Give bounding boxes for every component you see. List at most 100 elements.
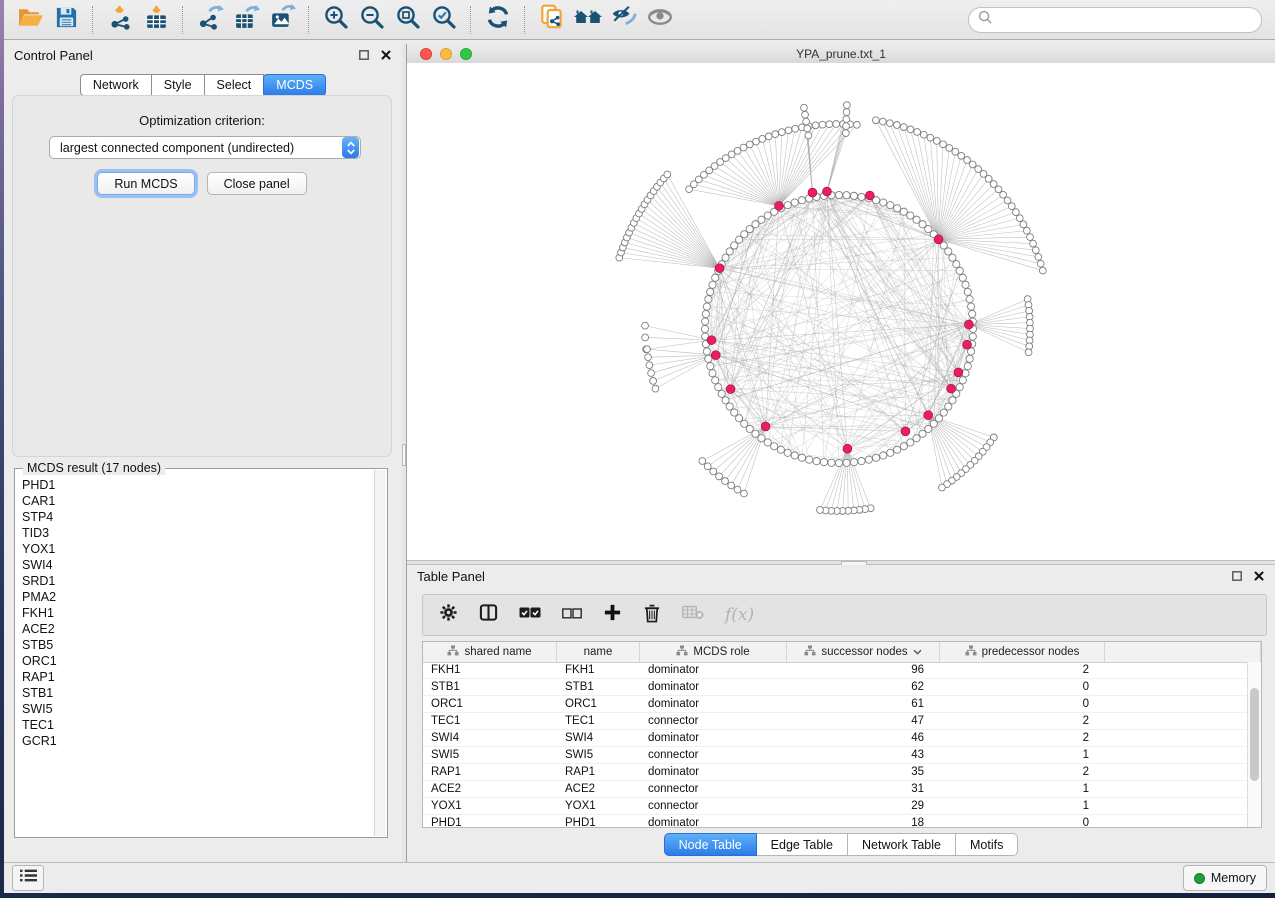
- show-panels-button[interactable]: [12, 865, 44, 891]
- import-network-from-database-button[interactable]: [535, 4, 569, 36]
- add-button[interactable]: [603, 603, 622, 627]
- table-row[interactable]: STB1STB1dominator620: [423, 679, 1248, 696]
- mcds-result-item[interactable]: YOX1: [22, 541, 387, 557]
- mcds-result-item[interactable]: ACE2: [22, 621, 387, 637]
- houses-button[interactable]: [571, 4, 605, 36]
- criterion-select-value: largest connected component (undirected): [50, 141, 342, 155]
- checked-boxes-icon: [519, 606, 541, 624]
- search-input[interactable]: [999, 12, 1252, 28]
- open-session-button[interactable]: [13, 4, 47, 36]
- zoom-selected-button[interactable]: [427, 4, 461, 36]
- zoom-out-button[interactable]: [355, 4, 389, 36]
- export-table-icon: [233, 4, 260, 36]
- cell-successor-nodes: 35: [787, 764, 940, 780]
- cell-name: SWI5: [557, 747, 640, 763]
- result-scrollbar[interactable]: [374, 470, 386, 836]
- criterion-select[interactable]: largest connected component (undirected): [49, 136, 361, 159]
- import-table-button[interactable]: [139, 4, 173, 36]
- show-graphics-details-button[interactable]: [643, 4, 677, 36]
- mcds-result-item[interactable]: SWI4: [22, 557, 387, 573]
- network-canvas[interactable]: [407, 63, 1275, 560]
- floppy-disk-icon: [54, 5, 79, 35]
- export-table-button[interactable]: [229, 4, 263, 36]
- column-header-mcds-role[interactable]: MCDS role: [640, 642, 787, 662]
- close-panel-button[interactable]: Close panel: [207, 172, 307, 195]
- cell-name: RAP1: [557, 764, 640, 780]
- deselect-all-button[interactable]: [562, 606, 582, 624]
- table-row[interactable]: SWI5SWI5connector431: [423, 747, 1248, 764]
- table-row[interactable]: YOX1YOX1connector291: [423, 798, 1248, 815]
- function-builder-button[interactable]: f(x): [725, 605, 754, 625]
- tab-network[interactable]: Network: [80, 74, 152, 96]
- memory-button[interactable]: Memory: [1183, 865, 1267, 891]
- scrollbar-thumb[interactable]: [1250, 688, 1259, 780]
- network-graph[interactable]: [407, 63, 1275, 560]
- trash-icon: [643, 603, 661, 628]
- mcds-result-item[interactable]: GCR1: [22, 733, 387, 749]
- run-mcds-button[interactable]: Run MCDS: [97, 172, 194, 195]
- table-row[interactable]: PHD1PHD1dominator180: [423, 815, 1248, 827]
- table-row[interactable]: SWI4SWI4dominator462: [423, 730, 1248, 747]
- table-row[interactable]: ORC1ORC1dominator610: [423, 696, 1248, 713]
- float-panel-icon[interactable]: [1231, 570, 1243, 582]
- close-panel-icon[interactable]: [380, 49, 392, 61]
- mcds-result-item[interactable]: STP4: [22, 509, 387, 525]
- settings-button[interactable]: [439, 603, 458, 627]
- cell-predecessor-nodes: 1: [940, 747, 1105, 763]
- mcds-result-item[interactable]: SWI5: [22, 701, 387, 717]
- tab-mcds[interactable]: MCDS: [263, 74, 326, 96]
- mcds-result-item[interactable]: PHD1: [22, 477, 387, 493]
- search-field[interactable]: [968, 7, 1262, 33]
- show-columns-button[interactable]: [479, 603, 498, 627]
- splitter-handle[interactable]: [402, 444, 406, 466]
- export-network-icon: [197, 4, 224, 36]
- unchecked-boxes-icon: [562, 606, 582, 624]
- tab-node-table[interactable]: Node Table: [664, 833, 757, 856]
- mcds-result-item[interactable]: SRD1: [22, 573, 387, 589]
- hide-graphics-details-button[interactable]: [607, 4, 641, 36]
- column-header-successor-nodes[interactable]: successor nodes: [787, 642, 940, 662]
- mcds-result-item[interactable]: CAR1: [22, 493, 387, 509]
- table-row[interactable]: RAP1RAP1dominator352: [423, 764, 1248, 781]
- tab-select[interactable]: Select: [205, 74, 265, 96]
- delete-button[interactable]: [643, 603, 661, 628]
- mcds-result-item[interactable]: STB5: [22, 637, 387, 653]
- table-row[interactable]: FKH1FKH1dominator962: [423, 662, 1248, 679]
- import-network-button[interactable]: [103, 4, 137, 36]
- float-panel-icon[interactable]: [358, 49, 370, 61]
- save-session-button[interactable]: [49, 4, 83, 36]
- tab-motifs[interactable]: Motifs: [956, 833, 1018, 856]
- mcds-result-item[interactable]: FKH1: [22, 605, 387, 621]
- mcds-result-item[interactable]: TID3: [22, 525, 387, 541]
- cell-shared-name: SWI4: [423, 730, 557, 746]
- column-header-name[interactable]: name: [557, 642, 640, 662]
- mcds-result-list: PHD1CAR1STP4TID3YOX1SWI4SRD1PMA2FKH1ACE2…: [15, 469, 387, 749]
- export-image-button[interactable]: [265, 4, 299, 36]
- mcds-options-box: Optimization criterion: largest connecte…: [12, 95, 392, 457]
- delete-table-button[interactable]: [682, 605, 704, 625]
- control-panel-title: Control Panel: [14, 48, 93, 63]
- cell-predecessor-nodes: 2: [940, 730, 1105, 746]
- table-row[interactable]: TEC1TEC1connector472: [423, 713, 1248, 730]
- table-scrollbar[interactable]: [1247, 662, 1261, 827]
- table-row[interactable]: ACE2ACE2connector311: [423, 781, 1248, 798]
- column-header-shared-name[interactable]: shared name: [423, 642, 557, 662]
- mcds-result-item[interactable]: RAP1: [22, 669, 387, 685]
- close-panel-icon[interactable]: [1253, 570, 1265, 582]
- mcds-result-item[interactable]: TEC1: [22, 717, 387, 733]
- column-header-predecessor-nodes[interactable]: predecessor nodes: [940, 642, 1105, 662]
- table-delete-icon: [682, 605, 704, 625]
- mcds-result-item[interactable]: ORC1: [22, 653, 387, 669]
- export-network-button[interactable]: [193, 4, 227, 36]
- zoom-fit-button[interactable]: [391, 4, 425, 36]
- zoom-in-button[interactable]: [319, 4, 353, 36]
- select-all-button[interactable]: [519, 606, 541, 624]
- apply-layout-button[interactable]: [481, 4, 515, 36]
- table-panel-title: Table Panel: [417, 569, 485, 584]
- mcds-result-item[interactable]: STB1: [22, 685, 387, 701]
- tab-style[interactable]: Style: [152, 74, 205, 96]
- tab-network-table[interactable]: Network Table: [848, 833, 956, 856]
- open-folder-icon: [17, 4, 44, 36]
- tab-edge-table[interactable]: Edge Table: [757, 833, 848, 856]
- mcds-result-item[interactable]: PMA2: [22, 589, 387, 605]
